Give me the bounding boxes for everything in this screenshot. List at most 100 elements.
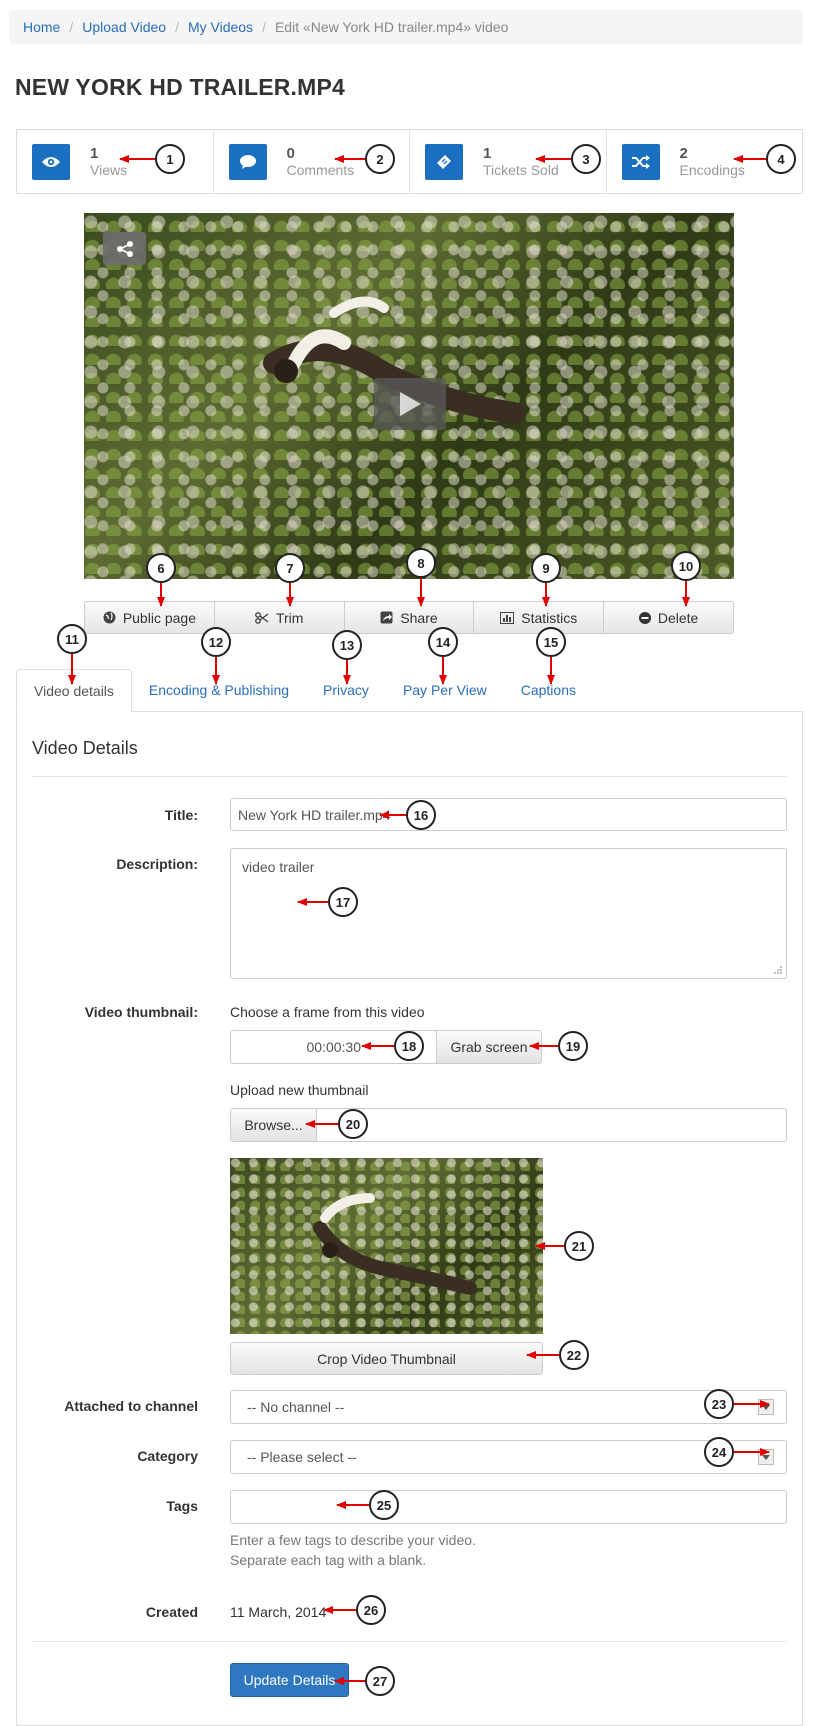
ticket-icon <box>425 143 463 180</box>
breadcrumb-home-link[interactable]: Home <box>23 19 60 35</box>
breadcrumb-my-videos-link[interactable]: My Videos <box>188 19 253 35</box>
breadcrumb-separator: / <box>262 19 266 35</box>
title-input[interactable]: New York HD trailer.mp4 <box>230 798 787 831</box>
stats-bar: 1 Views 0 Comments 1 Tickets Sold 2 Encoding… <box>16 129 803 194</box>
breadcrumb-separator: / <box>69 19 74 35</box>
callout-marker: 17 <box>328 887 358 917</box>
breadcrumb-current: Edit «New York HD trailer.mp4» video <box>274 19 509 35</box>
title-input-value: New York HD trailer.mp4 <box>238 806 391 823</box>
breadcrumb-upload-link[interactable]: Upload Video <box>82 19 166 35</box>
callout-marker: 4 <box>766 144 796 174</box>
callout-marker: 2 <box>365 144 395 174</box>
video-actions: Public page Trim Share Statistics Delete <box>84 601 734 634</box>
share-icon <box>116 240 133 257</box>
share-square-icon <box>380 611 393 624</box>
public-page-button[interactable]: Public page <box>85 602 215 633</box>
thumbnail-figure <box>313 1193 477 1295</box>
category-select[interactable]: -- Please select -- <box>230 1440 787 1474</box>
time-value: 00:00:30 <box>306 1039 362 1055</box>
stat-value: 2 <box>679 144 688 162</box>
callout-marker: 1 <box>155 144 185 174</box>
shuffle-icon <box>621 143 660 180</box>
dropdown-arrow-icon <box>758 1449 774 1465</box>
description-value: video trailer <box>242 859 315 875</box>
tab-encoding-publishing[interactable]: Encoding & Publishing <box>132 669 306 711</box>
callout-marker: 21 <box>564 1231 594 1261</box>
tab-pay-per-view[interactable]: Pay Per View <box>386 669 504 711</box>
share-label: Share <box>400 609 438 626</box>
callout-marker: 14 <box>428 627 458 657</box>
stat-value: 0 <box>286 144 295 162</box>
delete-button[interactable]: Delete <box>604 602 733 633</box>
breadcrumb: Home / Upload Video / My Videos / Edit «… <box>9 10 803 44</box>
callout-marker: 11 <box>57 624 87 654</box>
created-value: 11 March, 2014 <box>230 1604 327 1620</box>
comment-icon <box>228 143 267 180</box>
statistics-button[interactable]: Statistics <box>474 602 605 633</box>
update-details-button[interactable]: Update Details <box>230 1663 349 1697</box>
callout-marker: 26 <box>356 1595 386 1625</box>
statistics-label: Statistics <box>521 609 578 626</box>
category-select-value: -- Please select -- <box>247 1449 357 1465</box>
callout-marker: 13 <box>332 630 362 660</box>
callout-marker: 19 <box>558 1031 588 1061</box>
stat-value: 1 <box>90 144 99 162</box>
tab-privacy[interactable]: Privacy <box>306 669 386 711</box>
play-icon <box>400 392 421 416</box>
callout-marker: 3 <box>571 144 601 174</box>
callout-marker: 6 <box>146 553 176 583</box>
stat-label: Tickets Sold <box>483 161 559 178</box>
globe-icon <box>103 611 116 624</box>
grab-screen-button[interactable]: Grab screen <box>436 1030 542 1064</box>
category-label: Category <box>137 1448 198 1464</box>
created-label: Created <box>145 1604 198 1620</box>
callout-marker: 9 <box>531 553 561 583</box>
minus-circle-icon <box>638 611 651 624</box>
callout-marker: 23 <box>704 1389 734 1419</box>
file-input[interactable]: Browse... <box>230 1108 787 1142</box>
tags-input[interactable] <box>230 1490 787 1524</box>
description-label: Description: <box>116 856 198 872</box>
tab-captions[interactable]: Captions <box>504 669 593 711</box>
bar-chart-icon <box>500 611 515 624</box>
description-textarea[interactable]: video trailer <box>230 848 787 979</box>
channel-label: Attached to channel <box>64 1398 198 1414</box>
callout-marker: 16 <box>406 800 436 830</box>
stat-label: Views <box>90 161 128 178</box>
public-page-label: Public page <box>122 609 196 626</box>
callout-marker: 27 <box>365 1666 395 1696</box>
video-share-button[interactable] <box>103 232 146 265</box>
eye-icon <box>32 143 70 180</box>
callout-marker: 18 <box>394 1031 424 1061</box>
tab-bar: Video details Encoding & Publishing Priv… <box>16 669 803 712</box>
channel-select-value: -- No channel -- <box>247 1399 345 1415</box>
callout-marker: 12 <box>201 627 231 657</box>
trim-button[interactable]: Trim <box>214 602 345 633</box>
tags-help-text: Enter a few tags to describe your video.… <box>230 1530 476 1570</box>
tab-video-details[interactable]: Video details <box>16 669 132 712</box>
title-label: Title: <box>164 807 198 823</box>
callout-marker: 7 <box>275 553 305 583</box>
divider <box>32 1641 787 1642</box>
divider <box>32 776 787 777</box>
delete-label: Delete <box>657 609 699 626</box>
callout-marker: 10 <box>671 551 701 581</box>
choose-frame-text: Choose a frame from this video <box>230 1004 425 1020</box>
page-title: NEW YORK HD TRAILER.MP4 <box>15 74 346 100</box>
crop-thumbnail-button[interactable]: Crop Video Thumbnail <box>230 1342 543 1375</box>
trim-label: Trim <box>275 609 304 626</box>
callout-marker: 24 <box>704 1437 734 1467</box>
share-button[interactable]: Share <box>344 602 475 633</box>
breadcrumb-separator: / <box>175 19 179 35</box>
dropdown-arrow-icon <box>758 1399 774 1415</box>
upload-new-text: Upload new thumbnail <box>230 1082 369 1098</box>
video-player[interactable] <box>84 213 734 579</box>
stat-label: Comments <box>286 161 355 178</box>
callout-marker: 15 <box>536 627 566 657</box>
play-button[interactable] <box>374 378 446 430</box>
browse-button[interactable]: Browse... <box>231 1109 317 1141</box>
resize-grip-icon[interactable] <box>773 965 783 975</box>
tags-help-line: Separate each tag with a blank. <box>230 1552 427 1568</box>
section-heading: Video Details <box>32 738 138 758</box>
tags-label: Tags <box>166 1498 198 1514</box>
